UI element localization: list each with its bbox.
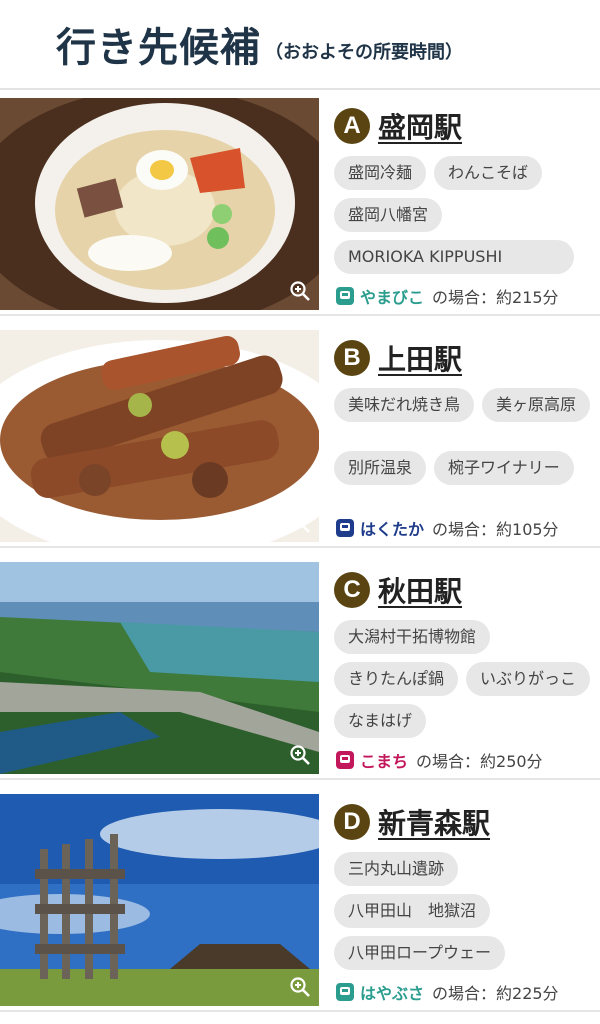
station-link[interactable]: 上田駅 — [378, 338, 462, 378]
page-header: 行き先候補 （おおよその所要時間） — [0, 0, 600, 90]
zoom-icon[interactable] — [289, 744, 311, 766]
tag[interactable]: 大潟村干拓博物館 — [334, 620, 491, 654]
tag[interactable]: 八甲田山 地獄沼 — [334, 894, 491, 928]
duration-text: の場合：約105分 — [432, 520, 559, 539]
tag[interactable]: MORIOKA KIPPUSHI — [334, 240, 574, 274]
tag[interactable]: 盛岡八幡宮 — [334, 198, 443, 232]
destination-card-d[interactable]: D 新青森駅 三内丸山遺跡 八甲田山 地獄沼 八甲田ロープウェー はやぶさ の場… — [0, 794, 600, 1012]
zoom-icon[interactable] — [289, 976, 311, 998]
tag-list: 大潟村干拓博物館 きりたんぽ鍋 いぶりがっこ なまはげ — [334, 620, 600, 738]
aerial-photo[interactable] — [0, 562, 319, 774]
station-link[interactable]: 秋田駅 — [378, 570, 462, 610]
zoom-icon[interactable] — [289, 512, 311, 534]
train-info: はくたか の場合：約105分 — [336, 516, 559, 540]
tag[interactable]: きりたんぽ鍋 — [334, 662, 459, 696]
tag[interactable]: 三内丸山遺跡 — [334, 852, 459, 886]
tag[interactable]: わんこそば — [434, 156, 543, 190]
train-name: はやぶさ — [360, 984, 425, 1003]
letter-badge: D — [334, 804, 370, 840]
station-link[interactable]: 新青森駅 — [378, 802, 490, 842]
tag-list: 美味だれ焼き鳥 美ヶ原高原 別所温泉 椀子ワイナリー — [334, 388, 600, 506]
letter-badge: B — [334, 340, 370, 376]
train-name: こまち — [360, 752, 409, 771]
tag[interactable]: 八甲田ロープウェー — [334, 936, 506, 970]
tag-list: 盛岡冷麺 わんこそば 盛岡八幡宮 MORIOKA KIPPUSHI — [334, 156, 600, 274]
tag[interactable]: いぶりがっこ — [466, 662, 591, 696]
duration-text: の場合：約215分 — [432, 288, 559, 307]
ruins-photo[interactable] — [0, 794, 319, 1006]
duration-text: の場合：約250分 — [416, 752, 543, 771]
tag[interactable]: 美ヶ原高原 — [482, 388, 591, 422]
train-name: やまびこ — [360, 288, 425, 307]
destination-card-a[interactable]: A 盛岡駅 盛岡冷麺 わんこそば 盛岡八幡宮 MORIOKA KIPPUSHI … — [0, 98, 600, 316]
train-icon — [336, 519, 354, 537]
train-info: はやぶさ の場合：約225分 — [336, 980, 559, 1004]
tag-list: 三内丸山遺跡 八甲田山 地獄沼 八甲田ロープウェー — [334, 852, 600, 970]
tag[interactable]: 椀子ワイナリー — [434, 451, 574, 485]
train-icon — [336, 751, 354, 769]
tag[interactable]: 盛岡冷麺 — [334, 156, 427, 190]
train-info: やまびこ の場合：約215分 — [336, 284, 559, 308]
zoom-icon[interactable] — [289, 280, 311, 302]
yakitori-photo[interactable] — [0, 330, 319, 542]
train-name: はくたか — [360, 520, 425, 539]
tag[interactable]: 美味だれ焼き鳥 — [334, 388, 475, 422]
page-title: 行き先候補 — [56, 25, 261, 71]
train-icon — [336, 983, 354, 1001]
destination-card-b[interactable]: B 上田駅 美味だれ焼き鳥 美ヶ原高原 別所温泉 椀子ワイナリー はくたか の場… — [0, 330, 600, 548]
cold-noodle-photo[interactable] — [0, 98, 319, 310]
letter-badge: A — [334, 108, 370, 144]
tag[interactable]: 別所温泉 — [334, 451, 427, 485]
train-icon — [336, 287, 354, 305]
station-link[interactable]: 盛岡駅 — [378, 106, 462, 146]
train-info: こまち の場合：約250分 — [336, 748, 543, 772]
tag[interactable]: なまはげ — [334, 704, 427, 738]
duration-text: の場合：約225分 — [432, 984, 559, 1003]
letter-badge: C — [334, 572, 370, 608]
destination-card-c[interactable]: C 秋田駅 大潟村干拓博物館 きりたんぽ鍋 いぶりがっこ なまはげ こまち の場… — [0, 562, 600, 780]
page-subtitle: （おおよその所要時間） — [265, 42, 463, 63]
